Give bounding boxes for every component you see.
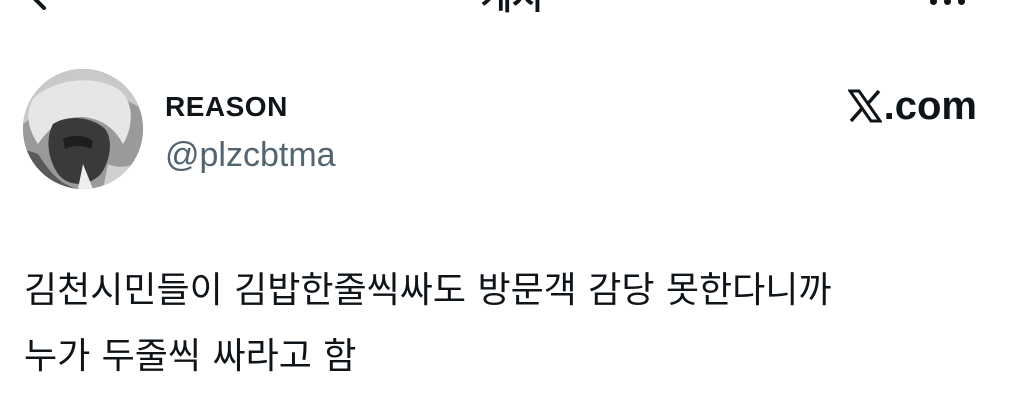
source-watermark: .com [847,84,977,128]
ellipsis-icon [958,0,965,5]
source-label: .com [883,84,977,128]
top-navigation-bar: 게시 [0,0,1024,20]
x-logo-icon [847,89,882,123]
ellipsis-icon [930,0,937,5]
profile-avatar [23,69,143,189]
page-title: 게시 [0,0,1024,18]
avatar[interactable] [23,69,143,189]
author-handle[interactable]: @plzcbtma [165,135,336,175]
author-display-name[interactable]: REASON [165,90,288,124]
tweet-text: 김천시민들이 김밥한줄씩싸도 방문객 감당 못한다니까 누가 두줄씩 싸라고 함 [24,258,1004,390]
tweet-line: 누가 두줄씩 싸라고 함 [24,336,357,377]
more-options-button[interactable] [930,0,990,10]
tweet-line: 김천시민들이 김밥한줄씩싸도 방문객 감당 못한다니까 [24,270,832,311]
ellipsis-icon [944,0,951,5]
